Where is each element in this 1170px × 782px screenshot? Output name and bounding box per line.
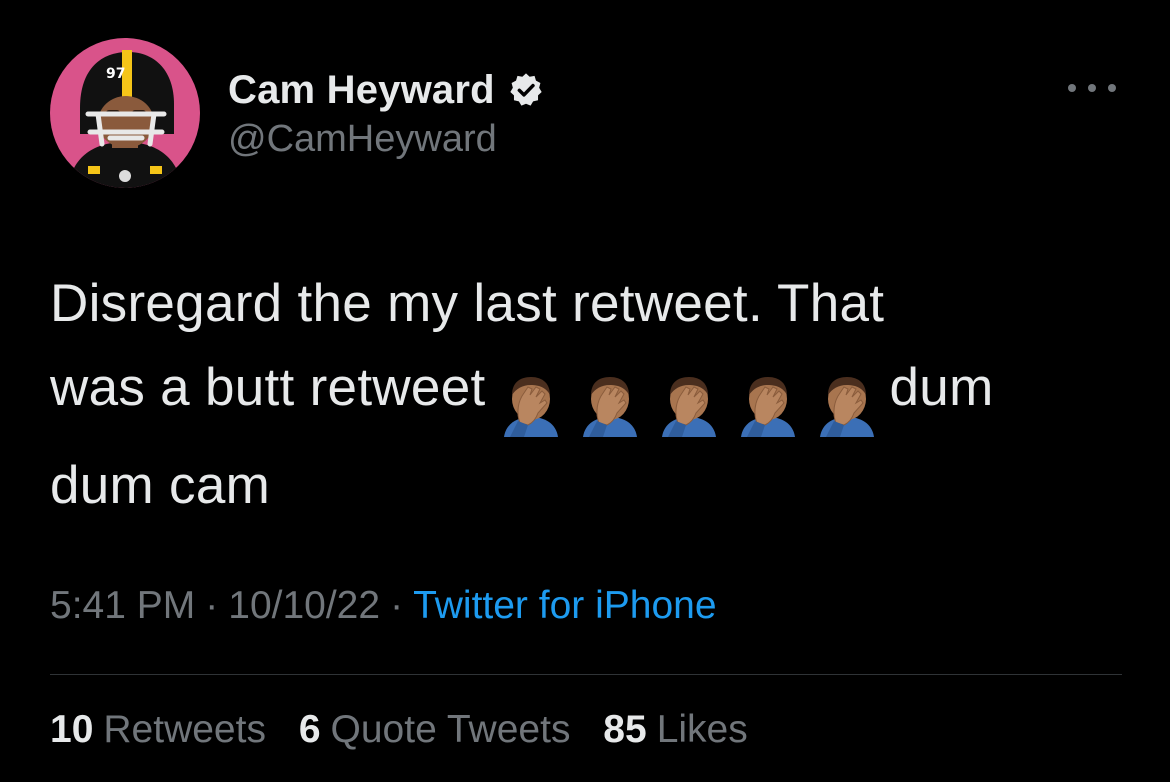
facepalm-emoji-icon <box>498 373 564 437</box>
tweet-meta: 5:41 PM · 10/10/22 · Twitter for iPhone <box>50 584 717 628</box>
likes-count: 85 <box>603 708 647 751</box>
tweet-date[interactable]: 10/10/22 <box>228 584 380 627</box>
author-handle[interactable]: @CamHeyward <box>228 118 497 161</box>
steelers-player-memoji-avatar: 97 <box>68 50 182 188</box>
more-options-icon[interactable] <box>1068 76 1116 100</box>
tweet-text-line-3: dum cam <box>50 456 271 515</box>
likes-stat[interactable]: 85 Likes <box>603 708 747 751</box>
meta-separator: · <box>205 584 219 627</box>
tweet-text-line-2: was a butt retweet dum <box>50 346 1130 444</box>
tweet-text: Disregard the my last retweet. That was … <box>50 262 1130 528</box>
tweet-time[interactable]: 5:41 PM <box>50 584 195 627</box>
facepalm-emoji-icon <box>577 373 643 437</box>
facepalm-emoji-icon <box>814 373 880 437</box>
display-name[interactable]: Cam Heyward <box>228 68 495 113</box>
retweets-label: Retweets <box>103 708 266 751</box>
tweet-text-line-2-end: dum <box>889 358 994 417</box>
quote-tweets-stat[interactable]: 6 Quote Tweets <box>299 708 571 751</box>
tweet-source-link[interactable]: Twitter for iPhone <box>413 584 716 627</box>
meta-separator: · <box>390 584 404 627</box>
helmet-number: 97 <box>106 66 125 82</box>
tweet-text-line-1: Disregard the my last retweet. That <box>50 274 885 333</box>
facepalm-emoji-icon <box>735 373 801 437</box>
author-name-row[interactable]: Cam Heyward <box>228 64 545 116</box>
retweets-stat[interactable]: 10 Retweets <box>50 708 266 751</box>
avatar[interactable]: 97 <box>50 38 200 188</box>
tweet-detail: 97 Cam Heyward @CamHeyward Disregard the… <box>0 0 1170 782</box>
verified-badge-icon <box>507 71 545 109</box>
quote-tweets-label: Quote Tweets <box>330 708 571 751</box>
facepalm-emoji-icon <box>656 373 722 437</box>
tweet-stats: 10 Retweets 6 Quote Tweets 85 Likes <box>50 708 770 752</box>
retweets-count: 10 <box>50 708 94 751</box>
tweet-text-line-2-start: was a butt retweet <box>50 358 486 417</box>
quote-tweets-count: 6 <box>298 708 321 751</box>
facepalm-emoji-group <box>498 360 880 444</box>
likes-label: Likes <box>656 708 748 751</box>
divider <box>50 674 1122 675</box>
